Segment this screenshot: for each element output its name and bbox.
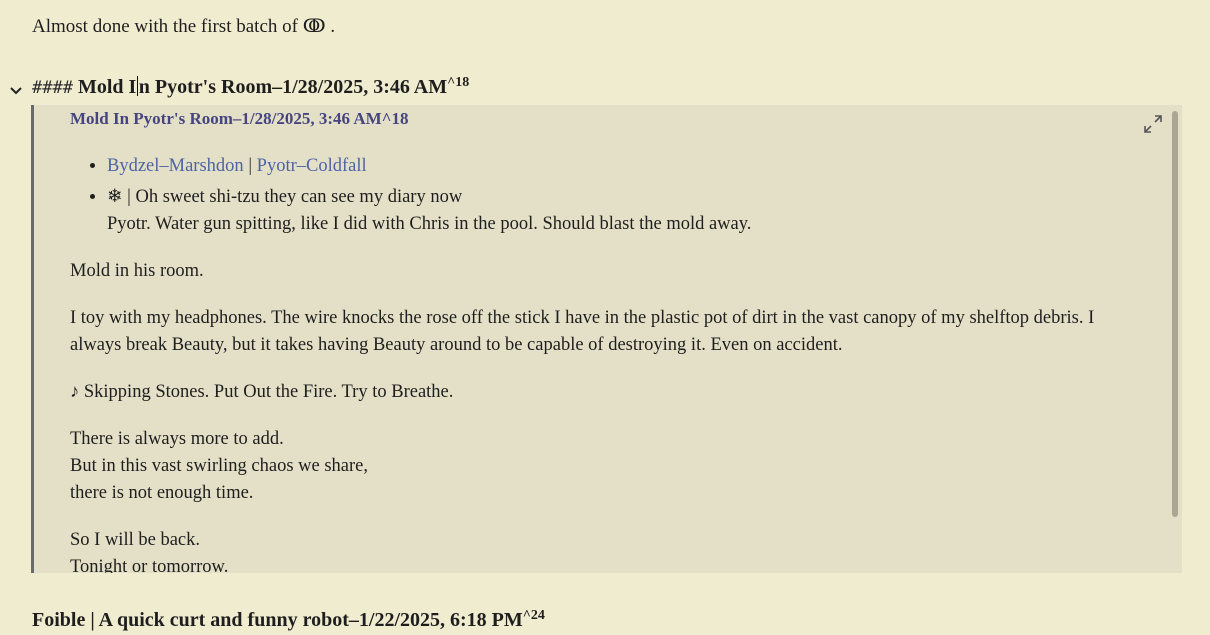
note-heading-row: #### Mold In Pyotr's Room–1/28/2025, 3:4… <box>0 75 1210 104</box>
paragraph: Mold in his room. <box>70 261 204 281</box>
embed-list: Bydzel–Marshdon | Pyotr–Coldfall ❄ | Oh … <box>70 153 1130 238</box>
heading-title-end: n Pyotr's Room–1/28/2025, 3:46 AM <box>138 76 448 98</box>
bullet-line-2: Pyotr. Water gun spitting, like I did wi… <box>107 214 752 234</box>
expand-icon[interactable] <box>1142 113 1164 135</box>
poem-line: But in this vast swirling chaos we share… <box>70 456 369 476</box>
heading-hashes: #### <box>32 78 73 98</box>
chevron-down-icon[interactable] <box>8 83 24 99</box>
next-heading-title: Foible | A quick curt and funny robot–1/… <box>32 609 523 631</box>
embed-content: Bydzel–Marshdon | Pyotr–Coldfall ❄ | Oh … <box>70 153 1130 573</box>
intro-text: Almost done with the first batch of ↂ . <box>32 16 336 37</box>
link-pyotr-coldfall[interactable]: Pyotr–Coldfall <box>257 156 367 176</box>
heading-title-start: Mold I <box>77 76 137 98</box>
list-item: Bydzel–Marshdon | Pyotr–Coldfall <box>107 153 1130 180</box>
note-heading[interactable]: #### Mold In Pyotr's Room–1/28/2025, 3:4… <box>32 75 470 99</box>
heading-suffix: ^18 <box>447 75 470 90</box>
link-bydzel-marshdon[interactable]: Bydzel–Marshdon <box>107 156 244 176</box>
link-separator: | <box>248 156 253 176</box>
next-heading-suffix: ^24 <box>522 608 545 623</box>
next-note-heading[interactable]: Foible | A quick curt and funny robot–1/… <box>32 608 545 632</box>
embedded-note[interactable]: Mold In Pyotr's Room–1/28/2025, 3:46 AM^… <box>31 105 1182 573</box>
paragraph: I toy with my headphones. The wire knock… <box>70 308 1095 355</box>
poem: There is always more to add. But in this… <box>70 426 1130 507</box>
bullet-line-1: ❄ | Oh sweet shi-tzu they can see my dia… <box>107 187 463 207</box>
closing-line: So I will be back. <box>70 530 200 550</box>
poem-line: there is not enough time. <box>70 483 254 503</box>
scrollbar[interactable] <box>1172 111 1178 517</box>
closing: So I will be back. Tonight or tomorrow. <box>70 527 1130 573</box>
list-item: ❄ | Oh sweet shi-tzu they can see my dia… <box>107 184 1130 238</box>
paragraph: ♪ Skipping Stones. Put Out the Fire. Try… <box>70 382 454 402</box>
poem-line: There is always more to add. <box>70 429 284 449</box>
closing-line: Tonight or tomorrow. <box>70 557 229 573</box>
embed-title[interactable]: Mold In Pyotr's Room–1/28/2025, 3:46 AM^… <box>70 109 409 129</box>
